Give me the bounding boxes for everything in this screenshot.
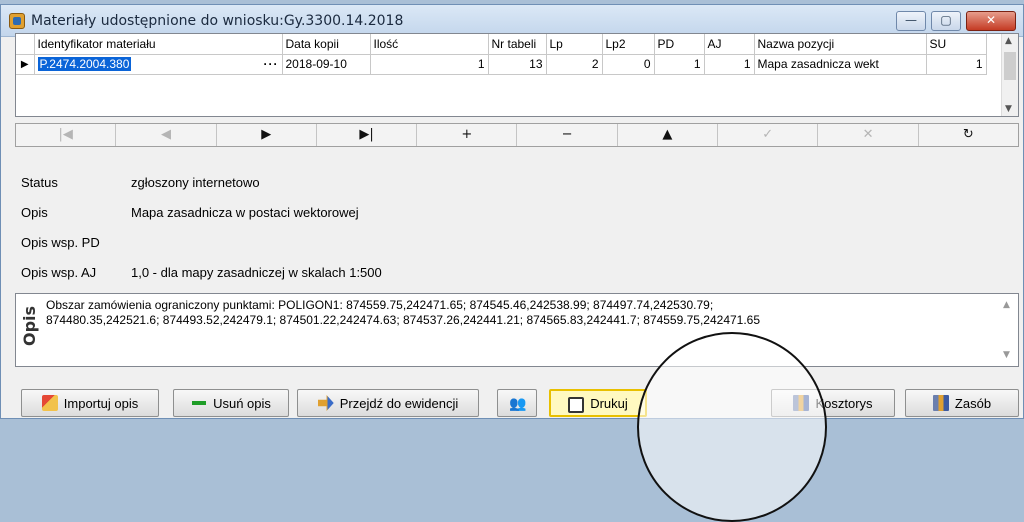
nav-prior-button[interactable]: ◀: [116, 124, 217, 146]
opis-scroll-down-icon[interactable]: ▼: [1003, 350, 1010, 360]
nav-next-button[interactable]: ▶: [217, 124, 317, 146]
indicator-header: [16, 34, 35, 55]
opis-line-1: Obszar zamówienia ograniczony punktami: …: [46, 298, 714, 312]
people-icon: 👥: [509, 395, 527, 411]
nav-delete-button[interactable]: −: [517, 124, 618, 146]
przejdz-do-ewidencji-button[interactable]: Przejdź do ewidencji: [297, 389, 479, 417]
opis-value: Mapa zasadnicza w postaci wektorowej: [131, 205, 359, 220]
opis-label: Opis: [21, 205, 48, 220]
nav-first-button[interactable]: |◀: [16, 124, 117, 146]
cell-lp2[interactable]: 0: [602, 54, 655, 75]
record-navigator: |◀ ◀ ▶ ▶| + − ▲ ✓ ✕ ↻: [15, 123, 1019, 147]
nav-insert-button[interactable]: +: [417, 124, 518, 146]
opis-aj-value: 1,0 - dla mapy zasadniczej w skalach 1:5…: [131, 265, 382, 280]
nav-cancel-button[interactable]: ✕: [818, 124, 919, 146]
cell-ilosc[interactable]: 1: [370, 54, 489, 75]
col-aj[interactable]: AJ: [704, 34, 755, 55]
usun-opis-label: Usuń opis: [213, 395, 271, 411]
scroll-thumb[interactable]: [1004, 52, 1016, 80]
grid-header-row: Identyfikator materiału Data kopii Ilość…: [16, 34, 987, 55]
cell-nr-tabeli[interactable]: 13: [488, 54, 547, 75]
maximize-button[interactable]: ▢: [931, 11, 961, 31]
drukuj-label: Drukuj: [590, 395, 628, 411]
col-nr-tabeli[interactable]: Nr tabeli: [488, 34, 547, 55]
col-identyfikator[interactable]: Identyfikator materiału: [34, 34, 283, 55]
opis-scrollbar[interactable]: ▲ ▼: [999, 296, 1016, 364]
minimize-button[interactable]: —: [896, 11, 926, 31]
row-indicator: ▶: [16, 54, 35, 75]
opis-line-2: 874480.35,242521.6; 874493.52,242479.1; …: [46, 313, 761, 327]
close-button[interactable]: ✕: [966, 11, 1016, 31]
col-lp2[interactable]: Lp2: [602, 34, 655, 55]
drukuj-button[interactable]: Drukuj: [549, 389, 647, 417]
people-button[interactable]: 👥: [497, 389, 537, 417]
cell-aj[interactable]: 1: [704, 54, 755, 75]
main-window: Materiały udostępnione do wniosku:Gy.330…: [0, 4, 1024, 522]
col-nazwa-pozycji[interactable]: Nazwa pozycji: [754, 34, 927, 55]
nav-post-button[interactable]: ✓: [718, 124, 819, 146]
opis-pd-label: Opis wsp. PD: [21, 235, 100, 250]
status-value: zgłoszony internetowo: [131, 175, 260, 190]
opis-memo-text[interactable]: Obszar zamówienia ograniczony punktami: …: [46, 298, 986, 328]
scroll-up-icon[interactable]: ▲: [1005, 36, 1012, 46]
table-row[interactable]: ▶ P.2474.2004.380 ··· 2018-09-10 1 13 2 …: [16, 54, 987, 75]
window-title: Materiały udostępnione do wniosku:Gy.330…: [31, 13, 404, 29]
cell-pd[interactable]: 1: [654, 54, 705, 75]
nav-edit-button[interactable]: ▲: [618, 124, 719, 146]
cell-data-kopii[interactable]: 2018-09-10: [282, 54, 371, 75]
arrow-right-icon: [317, 395, 334, 411]
scroll-down-icon[interactable]: ▼: [1005, 104, 1012, 114]
zasob-label: Zasób: [954, 395, 992, 411]
selected-id-text[interactable]: P.2474.2004.380: [37, 57, 132, 71]
app-icon: [9, 13, 25, 29]
ellipsis-button[interactable]: ···: [264, 57, 279, 71]
usun-opis-button[interactable]: Usuń opis: [173, 389, 289, 417]
cell-nazwa[interactable]: Mapa zasadnicza wekt: [754, 54, 927, 75]
import-opis-button[interactable]: Importuj opis: [21, 389, 159, 417]
opis-memo[interactable]: Opis Obszar zamówienia ograniczony punkt…: [15, 293, 1019, 367]
przejdz-label: Przejdź do ewidencji: [339, 395, 459, 411]
cell-lp[interactable]: 2: [546, 54, 603, 75]
magnifier-overlay: [637, 332, 827, 522]
opis-scroll-up-icon[interactable]: ▲: [1003, 300, 1010, 310]
col-su[interactable]: SU: [926, 34, 987, 55]
zasob-button[interactable]: Zasób: [905, 389, 1019, 417]
import-opis-label: Importuj opis: [63, 395, 139, 411]
cell-su[interactable]: 1: [926, 54, 987, 75]
opis-aj-label: Opis wsp. AJ: [21, 265, 97, 280]
col-lp[interactable]: Lp: [546, 34, 603, 55]
books-icon-2: [932, 395, 949, 411]
col-ilosc[interactable]: Ilość: [370, 34, 489, 55]
status-label: Status: [21, 175, 58, 190]
nav-refresh-button[interactable]: ↻: [919, 124, 1018, 146]
materials-grid[interactable]: Identyfikator materiału Data kopii Ilość…: [15, 33, 1019, 117]
opis-side-label: Opis: [20, 305, 39, 347]
import-icon: [41, 395, 58, 411]
col-pd[interactable]: PD: [654, 34, 705, 55]
minus-icon: [191, 395, 207, 411]
col-data-kopii[interactable]: Data kopii: [282, 34, 371, 55]
grid-scrollbar[interactable]: ▲ ▼: [1001, 34, 1018, 116]
nav-last-button[interactable]: ▶|: [317, 124, 418, 146]
cell-identyfikator[interactable]: P.2474.2004.380 ···: [34, 54, 283, 75]
printer-icon: [568, 397, 585, 413]
